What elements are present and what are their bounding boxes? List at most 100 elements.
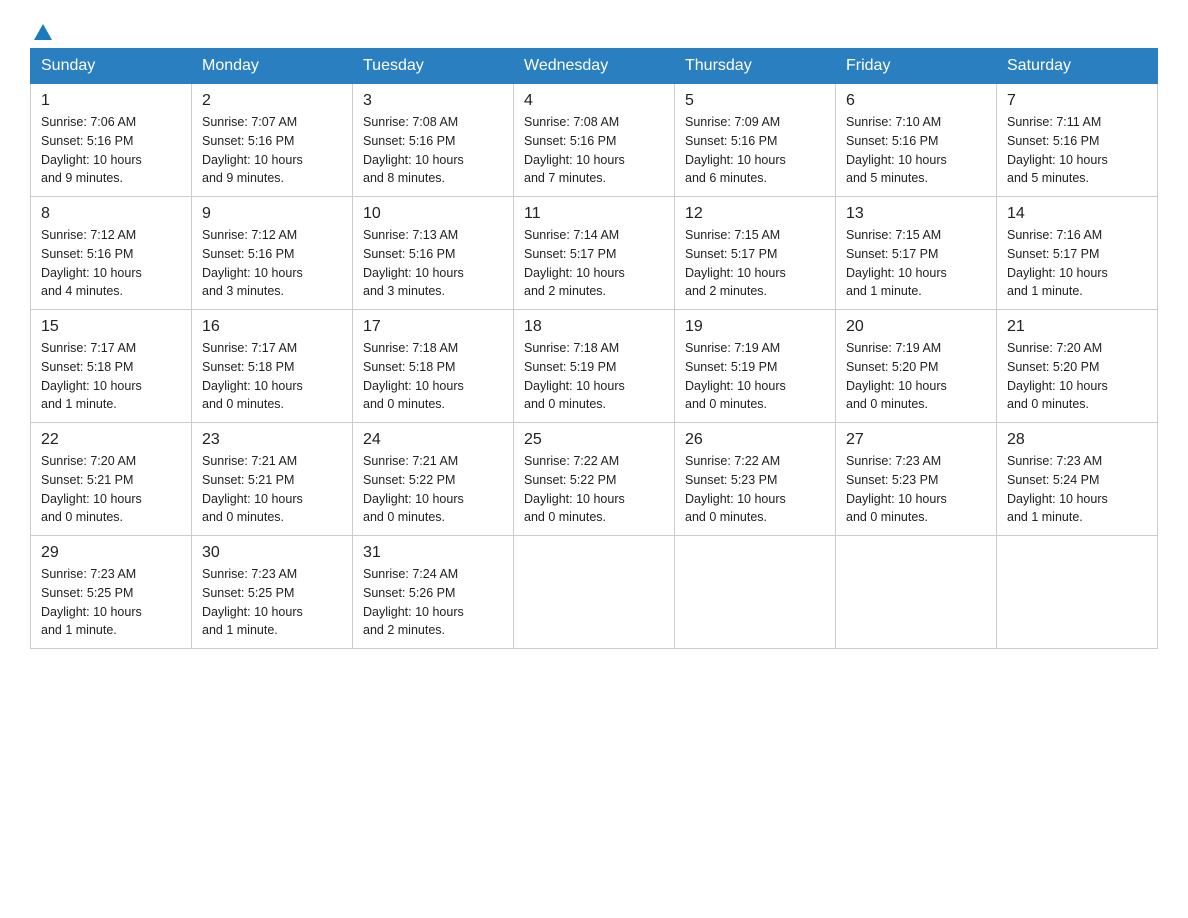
calendar-cell: 11 Sunrise: 7:14 AMSunset: 5:17 PMDayligh… bbox=[514, 197, 675, 310]
calendar-cell: 16 Sunrise: 7:17 AMSunset: 5:18 PMDayligh… bbox=[192, 310, 353, 423]
day-info: Sunrise: 7:08 AMSunset: 5:16 PMDaylight:… bbox=[524, 113, 664, 188]
calendar-cell: 7 Sunrise: 7:11 AMSunset: 5:16 PMDaylight… bbox=[997, 84, 1158, 197]
day-number: 16 bbox=[202, 318, 342, 336]
day-info: Sunrise: 7:24 AMSunset: 5:26 PMDaylight:… bbox=[363, 565, 503, 640]
calendar-cell: 5 Sunrise: 7:09 AMSunset: 5:16 PMDaylight… bbox=[675, 84, 836, 197]
day-number: 6 bbox=[846, 92, 986, 110]
calendar-cell: 22 Sunrise: 7:20 AMSunset: 5:21 PMDayligh… bbox=[31, 423, 192, 536]
day-info: Sunrise: 7:15 AMSunset: 5:17 PMDaylight:… bbox=[846, 226, 986, 301]
day-number: 1 bbox=[41, 92, 181, 110]
day-info: Sunrise: 7:21 AMSunset: 5:21 PMDaylight:… bbox=[202, 452, 342, 527]
day-info: Sunrise: 7:10 AMSunset: 5:16 PMDaylight:… bbox=[846, 113, 986, 188]
day-info: Sunrise: 7:11 AMSunset: 5:16 PMDaylight:… bbox=[1007, 113, 1147, 188]
week-row-2: 8 Sunrise: 7:12 AMSunset: 5:16 PMDaylight… bbox=[31, 197, 1158, 310]
calendar-cell bbox=[997, 536, 1158, 649]
day-number: 28 bbox=[1007, 431, 1147, 449]
day-number: 14 bbox=[1007, 205, 1147, 223]
day-number: 5 bbox=[685, 92, 825, 110]
day-number: 23 bbox=[202, 431, 342, 449]
day-info: Sunrise: 7:16 AMSunset: 5:17 PMDaylight:… bbox=[1007, 226, 1147, 301]
day-info: Sunrise: 7:19 AMSunset: 5:19 PMDaylight:… bbox=[685, 339, 825, 414]
day-info: Sunrise: 7:20 AMSunset: 5:21 PMDaylight:… bbox=[41, 452, 181, 527]
calendar-cell: 2Sunrise: 7:07 AMSunset: 5:16 PMDaylight… bbox=[192, 84, 353, 197]
day-info: Sunrise: 7:08 AMSunset: 5:16 PMDaylight:… bbox=[363, 113, 503, 188]
calendar-cell: 26Sunrise: 7:22 AMSunset: 5:23 PMDayligh… bbox=[675, 423, 836, 536]
day-info: Sunrise: 7:23 AMSunset: 5:25 PMDaylight:… bbox=[41, 565, 181, 640]
calendar-cell: 1 Sunrise: 7:06 AMSunset: 5:16 PMDaylight… bbox=[31, 84, 192, 197]
day-number: 24 bbox=[363, 431, 503, 449]
calendar-cell: 23 Sunrise: 7:21 AMSunset: 5:21 PMDayligh… bbox=[192, 423, 353, 536]
calendar-header-row: SundayMondayTuesdayWednesdayThursdayFrid… bbox=[31, 49, 1158, 84]
day-number: 10 bbox=[363, 205, 503, 223]
day-info: Sunrise: 7:20 AMSunset: 5:20 PMDaylight:… bbox=[1007, 339, 1147, 414]
calendar-cell: 4 Sunrise: 7:08 AMSunset: 5:16 PMDaylight… bbox=[514, 84, 675, 197]
day-info: Sunrise: 7:15 AMSunset: 5:17 PMDaylight:… bbox=[685, 226, 825, 301]
day-info: Sunrise: 7:23 AMSunset: 5:24 PMDaylight:… bbox=[1007, 452, 1147, 527]
day-info: Sunrise: 7:17 AMSunset: 5:18 PMDaylight:… bbox=[202, 339, 342, 414]
calendar-cell: 13 Sunrise: 7:15 AMSunset: 5:17 PMDayligh… bbox=[836, 197, 997, 310]
day-info: Sunrise: 7:21 AMSunset: 5:22 PMDaylight:… bbox=[363, 452, 503, 527]
day-number: 3 bbox=[363, 92, 503, 110]
calendar-cell: 31 Sunrise: 7:24 AMSunset: 5:26 PMDayligh… bbox=[353, 536, 514, 649]
day-number: 4 bbox=[524, 92, 664, 110]
calendar-cell: 17 Sunrise: 7:18 AMSunset: 5:18 PMDayligh… bbox=[353, 310, 514, 423]
day-info: Sunrise: 7:09 AMSunset: 5:16 PMDaylight:… bbox=[685, 113, 825, 188]
day-number: 29 bbox=[41, 544, 181, 562]
calendar-cell: 12 Sunrise: 7:15 AMSunset: 5:17 PMDayligh… bbox=[675, 197, 836, 310]
page-header bbox=[30, 20, 1158, 38]
calendar-cell: 9Sunrise: 7:12 AMSunset: 5:16 PMDaylight… bbox=[192, 197, 353, 310]
col-header-friday: Friday bbox=[836, 49, 997, 84]
day-number: 27 bbox=[846, 431, 986, 449]
logo-icon bbox=[32, 22, 54, 44]
day-number: 19 bbox=[685, 318, 825, 336]
day-number: 15 bbox=[41, 318, 181, 336]
day-info: Sunrise: 7:14 AMSunset: 5:17 PMDaylight:… bbox=[524, 226, 664, 301]
col-header-wednesday: Wednesday bbox=[514, 49, 675, 84]
day-info: Sunrise: 7:13 AMSunset: 5:16 PMDaylight:… bbox=[363, 226, 503, 301]
col-header-monday: Monday bbox=[192, 49, 353, 84]
day-info: Sunrise: 7:22 AMSunset: 5:23 PMDaylight:… bbox=[685, 452, 825, 527]
week-row-5: 29 Sunrise: 7:23 AMSunset: 5:25 PMDayligh… bbox=[31, 536, 1158, 649]
calendar-cell: 10 Sunrise: 7:13 AMSunset: 5:16 PMDayligh… bbox=[353, 197, 514, 310]
logo bbox=[30, 20, 54, 38]
calendar-cell: 21 Sunrise: 7:20 AMSunset: 5:20 PMDayligh… bbox=[997, 310, 1158, 423]
calendar-cell: 25 Sunrise: 7:22 AMSunset: 5:22 PMDayligh… bbox=[514, 423, 675, 536]
day-info: Sunrise: 7:18 AMSunset: 5:19 PMDaylight:… bbox=[524, 339, 664, 414]
calendar-cell: 15 Sunrise: 7:17 AMSunset: 5:18 PMDayligh… bbox=[31, 310, 192, 423]
day-number: 22 bbox=[41, 431, 181, 449]
day-info: Sunrise: 7:22 AMSunset: 5:22 PMDaylight:… bbox=[524, 452, 664, 527]
calendar-cell: 28 Sunrise: 7:23 AMSunset: 5:24 PMDayligh… bbox=[997, 423, 1158, 536]
day-number: 2 bbox=[202, 92, 342, 110]
day-number: 7 bbox=[1007, 92, 1147, 110]
calendar-cell: 20 Sunrise: 7:19 AMSunset: 5:20 PMDayligh… bbox=[836, 310, 997, 423]
day-number: 20 bbox=[846, 318, 986, 336]
calendar-cell: 29 Sunrise: 7:23 AMSunset: 5:25 PMDayligh… bbox=[31, 536, 192, 649]
day-number: 25 bbox=[524, 431, 664, 449]
day-info: Sunrise: 7:23 AMSunset: 5:23 PMDaylight:… bbox=[846, 452, 986, 527]
day-info: Sunrise: 7:06 AMSunset: 5:16 PMDaylight:… bbox=[41, 113, 181, 188]
calendar-cell bbox=[675, 536, 836, 649]
day-number: 21 bbox=[1007, 318, 1147, 336]
day-info: Sunrise: 7:19 AMSunset: 5:20 PMDaylight:… bbox=[846, 339, 986, 414]
day-info: Sunrise: 7:12 AMSunset: 5:16 PMDaylight:… bbox=[202, 226, 342, 301]
day-number: 31 bbox=[363, 544, 503, 562]
day-info: Sunrise: 7:12 AMSunset: 5:16 PMDaylight:… bbox=[41, 226, 181, 301]
day-info: Sunrise: 7:18 AMSunset: 5:18 PMDaylight:… bbox=[363, 339, 503, 414]
day-number: 17 bbox=[363, 318, 503, 336]
day-number: 12 bbox=[685, 205, 825, 223]
day-number: 11 bbox=[524, 205, 664, 223]
col-header-saturday: Saturday bbox=[997, 49, 1158, 84]
calendar-cell: 24 Sunrise: 7:21 AMSunset: 5:22 PMDayligh… bbox=[353, 423, 514, 536]
week-row-4: 22 Sunrise: 7:20 AMSunset: 5:21 PMDayligh… bbox=[31, 423, 1158, 536]
calendar-cell: 18Sunrise: 7:18 AMSunset: 5:19 PMDayligh… bbox=[514, 310, 675, 423]
day-number: 30 bbox=[202, 544, 342, 562]
calendar-cell: 14 Sunrise: 7:16 AMSunset: 5:17 PMDayligh… bbox=[997, 197, 1158, 310]
day-number: 8 bbox=[41, 205, 181, 223]
calendar-cell: 27 Sunrise: 7:23 AMSunset: 5:23 PMDayligh… bbox=[836, 423, 997, 536]
col-header-sunday: Sunday bbox=[31, 49, 192, 84]
calendar-cell: 8 Sunrise: 7:12 AMSunset: 5:16 PMDaylight… bbox=[31, 197, 192, 310]
day-info: Sunrise: 7:17 AMSunset: 5:18 PMDaylight:… bbox=[41, 339, 181, 414]
week-row-1: 1 Sunrise: 7:06 AMSunset: 5:16 PMDaylight… bbox=[31, 84, 1158, 197]
calendar-cell bbox=[836, 536, 997, 649]
day-number: 13 bbox=[846, 205, 986, 223]
